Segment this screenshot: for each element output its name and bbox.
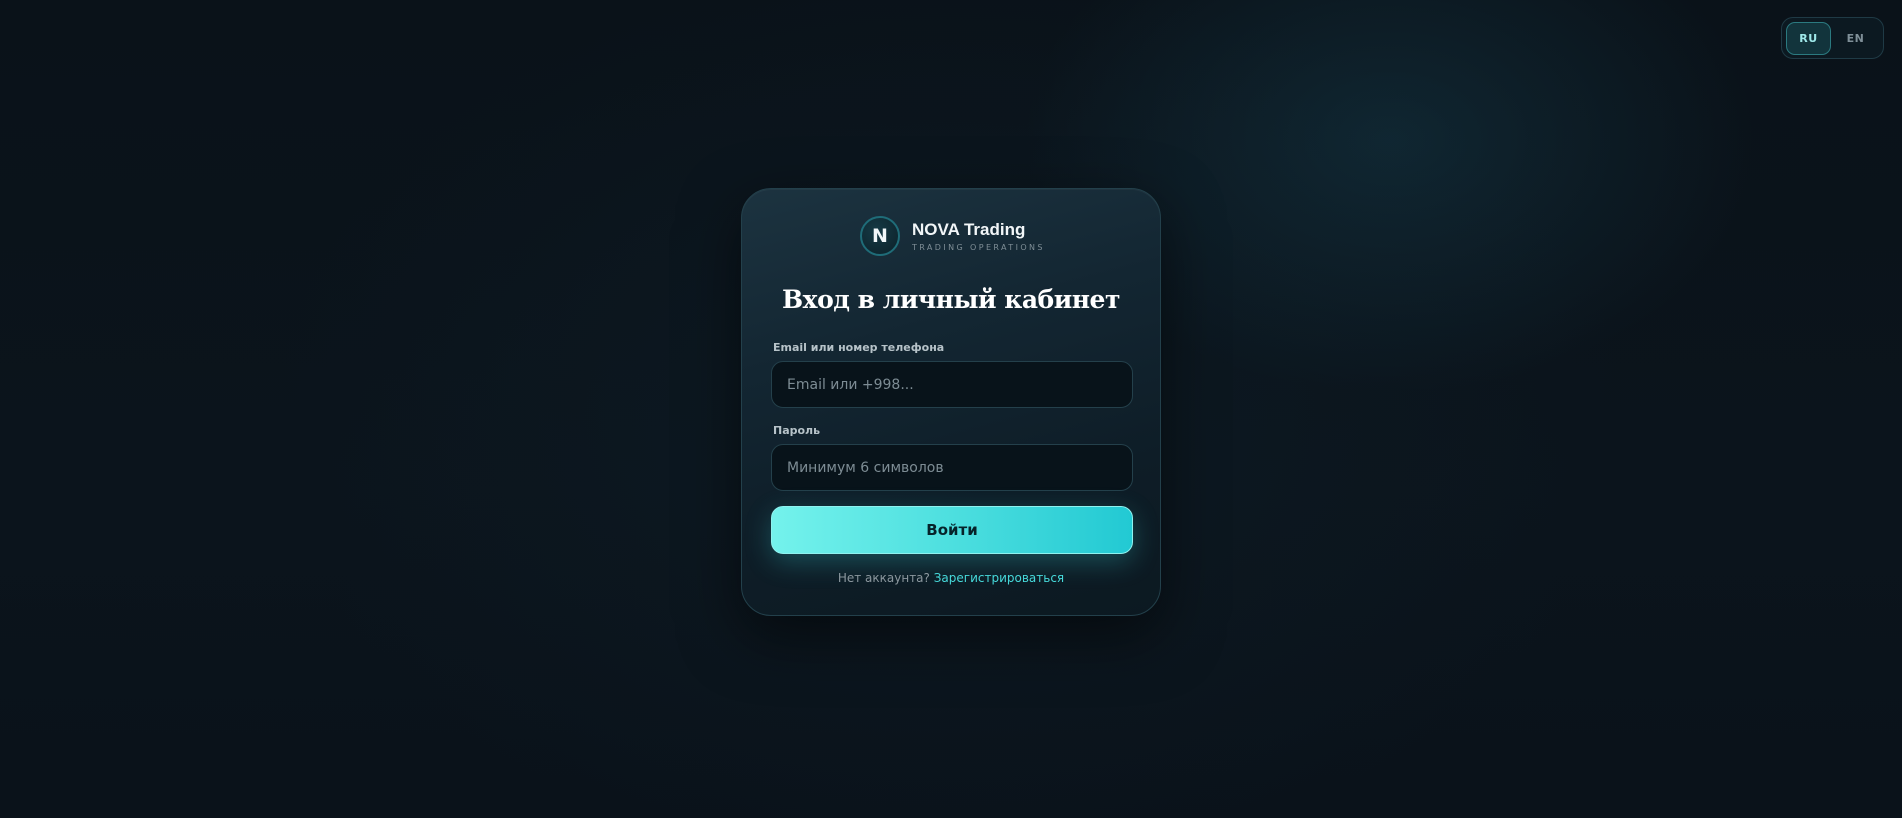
email-label: Email или номер телефона <box>773 341 945 354</box>
brand-subtitle: TRADING OPERATIONS <box>912 242 1045 252</box>
register-prompt: Нет аккаунта? Зарегистрироваться <box>742 571 1160 585</box>
language-switcher: RU EN <box>1781 17 1884 59</box>
password-field[interactable] <box>771 444 1133 491</box>
brand-text: NOVA Trading TRADING OPERATIONS <box>912 220 1045 253</box>
lang-ru-button[interactable]: RU <box>1786 21 1831 55</box>
no-account-text: Нет аккаунта? <box>837 571 930 585</box>
brand: N NOVA Trading TRADING OPERATIONS <box>860 216 1045 256</box>
lang-en-button[interactable]: EN <box>1833 22 1878 55</box>
brand-name: NOVA Trading <box>912 219 1026 239</box>
login-button[interactable]: Войти <box>771 506 1133 554</box>
brand-logo-icon: N <box>860 216 900 256</box>
email-field[interactable] <box>771 361 1133 408</box>
page-title: Вход в личный кабинет <box>782 285 1120 314</box>
register-link[interactable]: Зарегистрироваться <box>934 571 1064 585</box>
password-label: Пароль <box>773 424 821 437</box>
login-card: N NOVA Trading TRADING OPERATIONS Вход в… <box>741 188 1161 616</box>
